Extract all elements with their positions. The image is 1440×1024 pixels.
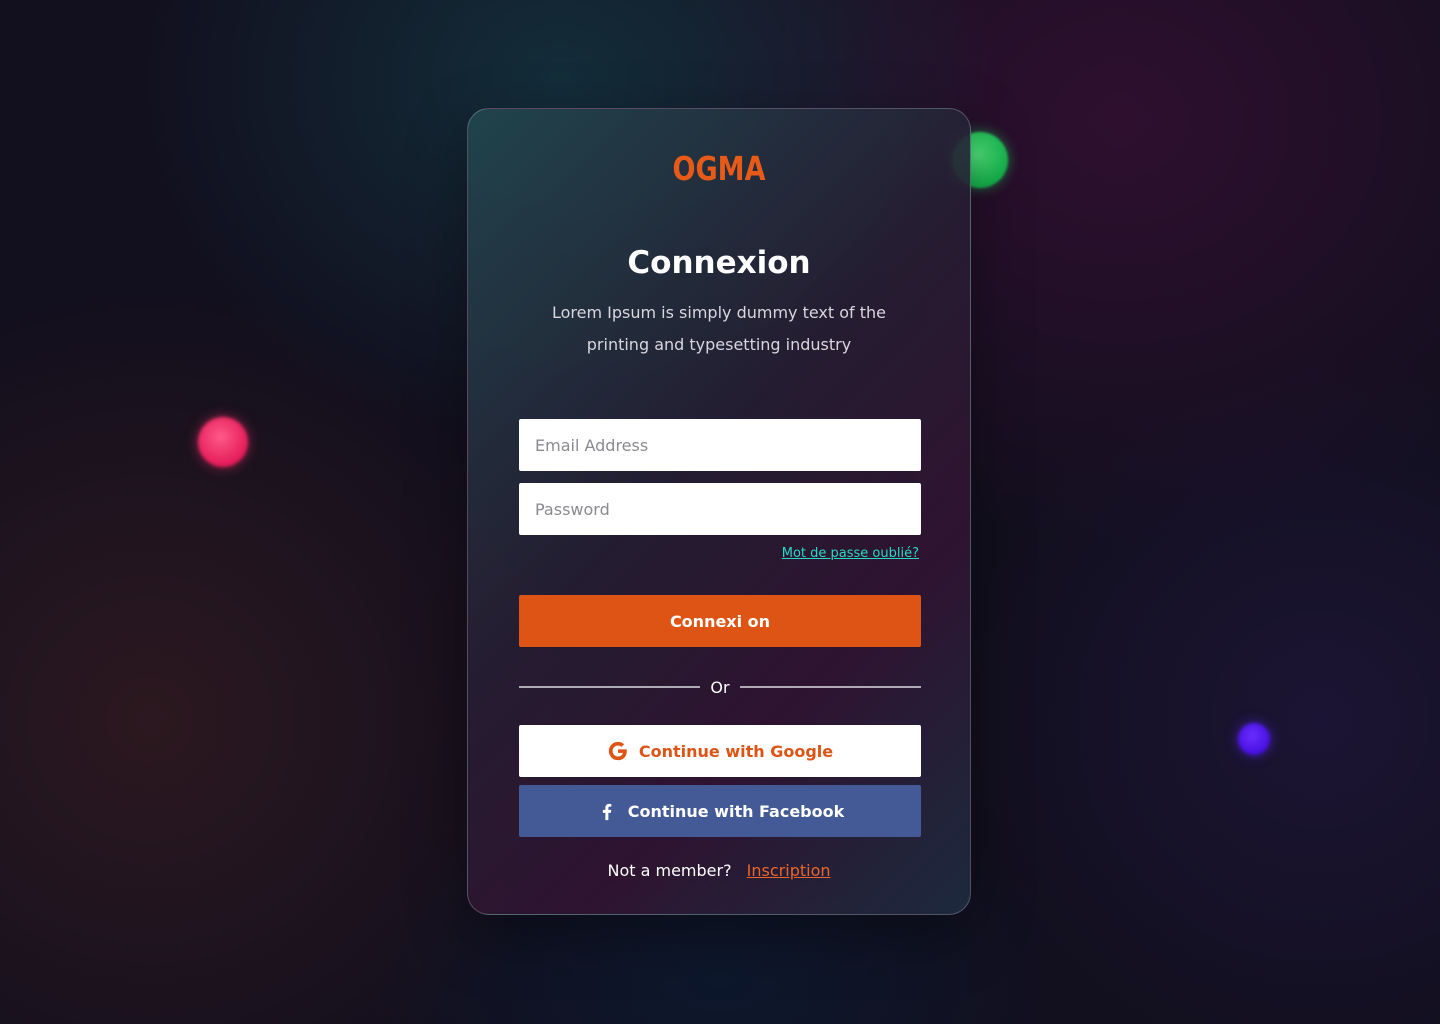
email-field[interactable]: [519, 419, 921, 471]
divider-line-right: [739, 686, 922, 688]
facebook-login-button[interactable]: Continue with Facebook: [519, 785, 921, 837]
divider-line-left: [519, 686, 701, 688]
ogma-logo: OGMA: [672, 149, 766, 188]
or-divider: Or: [519, 675, 922, 699]
page-title: Connexion: [627, 245, 811, 281]
login-card: OGMA Connexion Lorem Ipsum is simply dum…: [467, 108, 971, 915]
login-button[interactable]: Connexi on: [519, 595, 921, 647]
signup-link[interactable]: Inscription: [747, 861, 831, 880]
forgot-password-link[interactable]: Mot de passe oublié?: [782, 546, 919, 561]
decorative-pink-orb: [198, 417, 248, 467]
google-login-button[interactable]: Continue with Google: [519, 725, 921, 777]
password-field[interactable]: [519, 483, 921, 535]
decorative-purple-orb: [1238, 723, 1270, 755]
divider-text: Or: [710, 677, 730, 697]
signup-prompt: Not a member? Inscription: [468, 861, 970, 880]
google-button-label: Continue with Google: [638, 741, 834, 761]
not-member-text: Not a member?: [607, 861, 732, 880]
google-icon: [607, 740, 629, 762]
login-button-label: Connexi on: [669, 611, 771, 631]
page-subtitle: Lorem Ipsum is simply dummy text of the …: [551, 303, 887, 354]
facebook-button-label: Continue with Facebook: [627, 801, 845, 821]
facebook-icon: [596, 800, 618, 822]
